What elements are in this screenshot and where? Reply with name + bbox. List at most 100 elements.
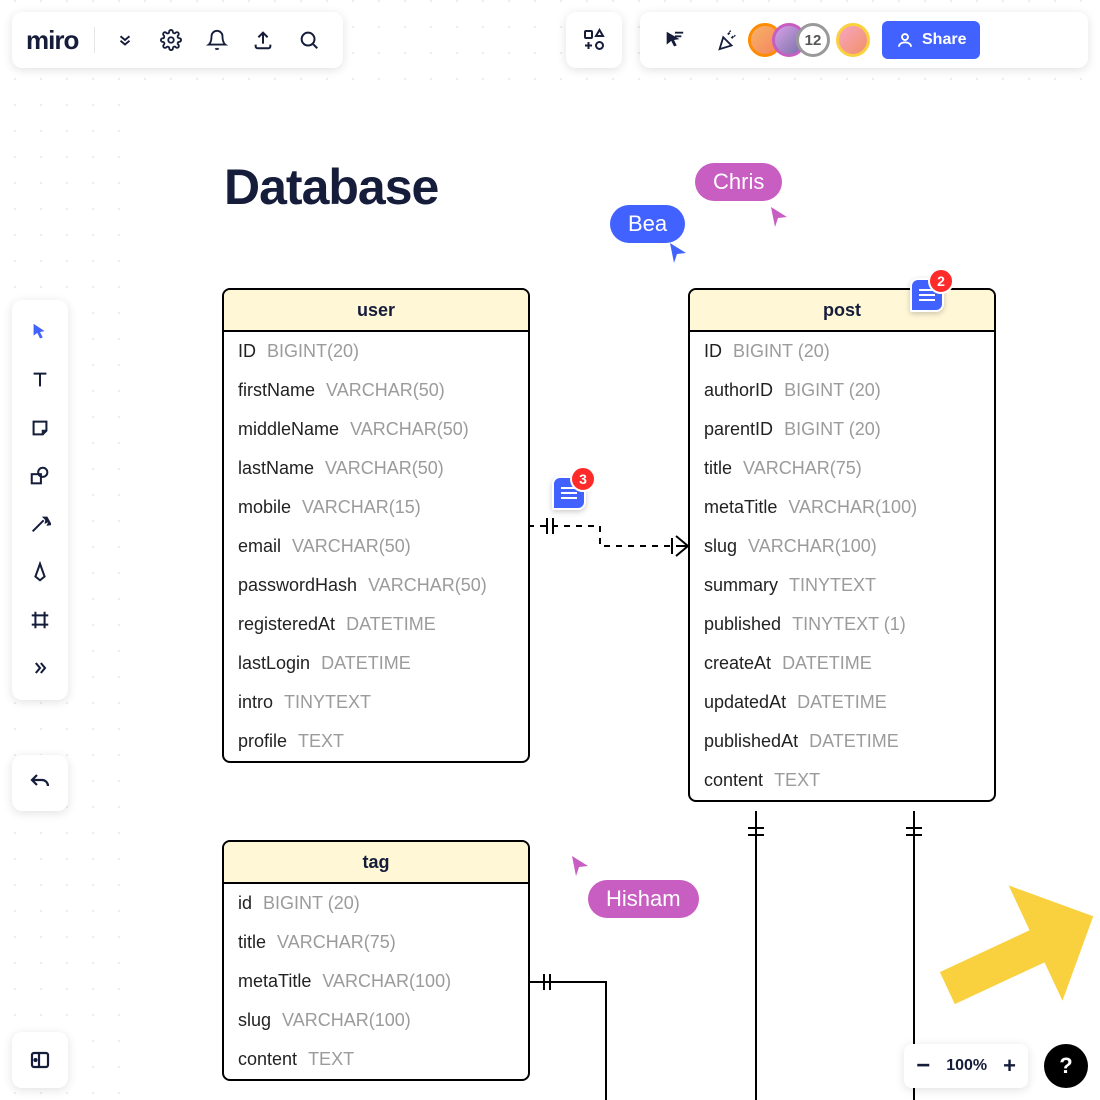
entity-post-column[interactable]: authorID BIGINT (20) xyxy=(690,371,994,410)
entity-user-column[interactable]: email VARCHAR(50) xyxy=(224,527,528,566)
column-name: email xyxy=(238,536,281,556)
entity-user-column[interactable]: middleName VARCHAR(50) xyxy=(224,410,528,449)
entity-user-column[interactable]: intro TINYTEXT xyxy=(224,683,528,722)
column-name: updatedAt xyxy=(704,692,786,712)
notifications-button[interactable] xyxy=(197,20,237,60)
zoom-level[interactable]: 100% xyxy=(946,1057,987,1075)
text-tool[interactable] xyxy=(18,358,62,402)
more-tools[interactable] xyxy=(18,646,62,690)
column-type: BIGINT (20) xyxy=(784,419,881,439)
cursor-hisham: Hisham xyxy=(588,880,699,918)
comment-bubble-left[interactable]: 3 xyxy=(552,476,586,510)
entity-post-column[interactable]: slug VARCHAR(100) xyxy=(690,527,994,566)
column-type: VARCHAR(50) xyxy=(326,380,445,400)
avatar-count[interactable]: 12 xyxy=(796,23,830,57)
entity-user-header: user xyxy=(224,290,528,332)
entity-user-column[interactable]: lastLogin DATETIME xyxy=(224,644,528,683)
entity-post-column[interactable]: parentID BIGINT (20) xyxy=(690,410,994,449)
entity-tag-column[interactable]: slug VARCHAR(100) xyxy=(224,1001,528,1040)
column-type: VARCHAR(50) xyxy=(325,458,444,478)
attention-arrow-icon xyxy=(940,878,1100,1068)
column-name: publishedAt xyxy=(704,731,798,751)
entity-tag-column[interactable]: title VARCHAR(75) xyxy=(224,923,528,962)
pen-tool[interactable] xyxy=(18,550,62,594)
search-button[interactable] xyxy=(289,20,329,60)
entity-user[interactable]: user ID BIGINT(20)firstName VARCHAR(50)m… xyxy=(222,288,530,763)
connector-tool[interactable] xyxy=(18,502,62,546)
celebrate-button[interactable] xyxy=(706,20,746,60)
frame-tool[interactable] xyxy=(18,598,62,642)
entity-post-column[interactable]: title VARCHAR(75) xyxy=(690,449,994,488)
cursor-tool-button[interactable] xyxy=(654,20,694,60)
avatar-self[interactable] xyxy=(836,23,870,57)
column-type: DATETIME xyxy=(782,653,872,673)
column-name: registeredAt xyxy=(238,614,335,634)
column-type: TINYTEXT (1) xyxy=(792,614,906,634)
collaborator-avatars[interactable]: 12 xyxy=(758,23,870,57)
entity-post-column[interactable]: summary TINYTEXT xyxy=(690,566,994,605)
column-type: BIGINT (20) xyxy=(733,341,830,361)
column-type: VARCHAR(15) xyxy=(302,497,421,517)
entity-post-column[interactable]: updatedAt DATETIME xyxy=(690,683,994,722)
comment-badge: 2 xyxy=(928,268,954,294)
comment-bubble-right[interactable]: 2 xyxy=(910,278,944,312)
entity-user-column[interactable]: passwordHash VARCHAR(50) xyxy=(224,566,528,605)
entity-user-column[interactable]: lastName VARCHAR(50) xyxy=(224,449,528,488)
help-button[interactable]: ? xyxy=(1044,1044,1088,1088)
column-name: metaTitle xyxy=(238,971,311,991)
entity-post-column[interactable]: content TEXT xyxy=(690,761,994,800)
column-type: TINYTEXT xyxy=(284,692,371,712)
panel-toggle-button[interactable] xyxy=(12,1032,68,1088)
shape-tool[interactable] xyxy=(18,454,62,498)
column-type: VARCHAR(100) xyxy=(788,497,917,517)
entity-user-column[interactable]: profile TEXT xyxy=(224,722,528,761)
share-button[interactable]: Share xyxy=(882,21,980,59)
entity-tag-header: tag xyxy=(224,842,528,884)
entity-tag-column[interactable]: metaTitle VARCHAR(100) xyxy=(224,962,528,1001)
panel-icon xyxy=(28,1048,52,1072)
apps-button[interactable] xyxy=(566,12,622,68)
column-name: title xyxy=(704,458,732,478)
column-type: TEXT xyxy=(298,731,344,751)
entity-user-column[interactable]: firstName VARCHAR(50) xyxy=(224,371,528,410)
entity-post-column[interactable]: createAt DATETIME xyxy=(690,644,994,683)
entity-post-column[interactable]: published TINYTEXT (1) xyxy=(690,605,994,644)
board-menu-button[interactable] xyxy=(105,20,145,60)
entity-user-column[interactable]: mobile VARCHAR(15) xyxy=(224,488,528,527)
settings-button[interactable] xyxy=(151,20,191,60)
column-type: TEXT xyxy=(308,1049,354,1069)
entity-post-column[interactable]: publishedAt DATETIME xyxy=(690,722,994,761)
column-name: lastName xyxy=(238,458,314,478)
entity-user-column[interactable]: ID BIGINT(20) xyxy=(224,332,528,371)
column-type: TEXT xyxy=(774,770,820,790)
apps-icon xyxy=(582,28,606,52)
column-type: DATETIME xyxy=(346,614,436,634)
sticky-tool[interactable] xyxy=(18,406,62,450)
divider xyxy=(94,27,95,53)
zoom-out-button[interactable]: − xyxy=(916,1052,930,1080)
column-name: published xyxy=(704,614,781,634)
entity-post-column[interactable]: ID BIGINT (20) xyxy=(690,332,994,371)
logo[interactable]: miro xyxy=(26,25,84,56)
entity-post[interactable]: post ID BIGINT (20)authorID BIGINT (20)p… xyxy=(688,288,996,802)
entity-post-column[interactable]: metaTitle VARCHAR(100) xyxy=(690,488,994,527)
entity-tag[interactable]: tag id BIGINT (20)title VARCHAR(75)metaT… xyxy=(222,840,530,1081)
side-toolbar xyxy=(12,300,68,700)
entity-tag-column[interactable]: id BIGINT (20) xyxy=(224,884,528,923)
column-name: firstName xyxy=(238,380,315,400)
column-type: VARCHAR(50) xyxy=(350,419,469,439)
column-type: TINYTEXT xyxy=(789,575,876,595)
column-type: BIGINT (20) xyxy=(263,893,360,913)
entity-tag-column[interactable]: content TEXT xyxy=(224,1040,528,1079)
column-type: VARCHAR(50) xyxy=(292,536,411,556)
undo-button[interactable] xyxy=(12,755,68,811)
column-name: content xyxy=(704,770,763,790)
zoom-in-button[interactable]: + xyxy=(1003,1053,1016,1079)
select-tool[interactable] xyxy=(18,310,62,354)
column-name: ID xyxy=(238,341,256,361)
column-type: VARCHAR(100) xyxy=(322,971,451,991)
canvas-frame[interactable]: Database user ID BIGINT(20)firstName VAR… xyxy=(120,98,1100,1100)
export-button[interactable] xyxy=(243,20,283,60)
column-name: mobile xyxy=(238,497,291,517)
entity-user-column[interactable]: registeredAt DATETIME xyxy=(224,605,528,644)
